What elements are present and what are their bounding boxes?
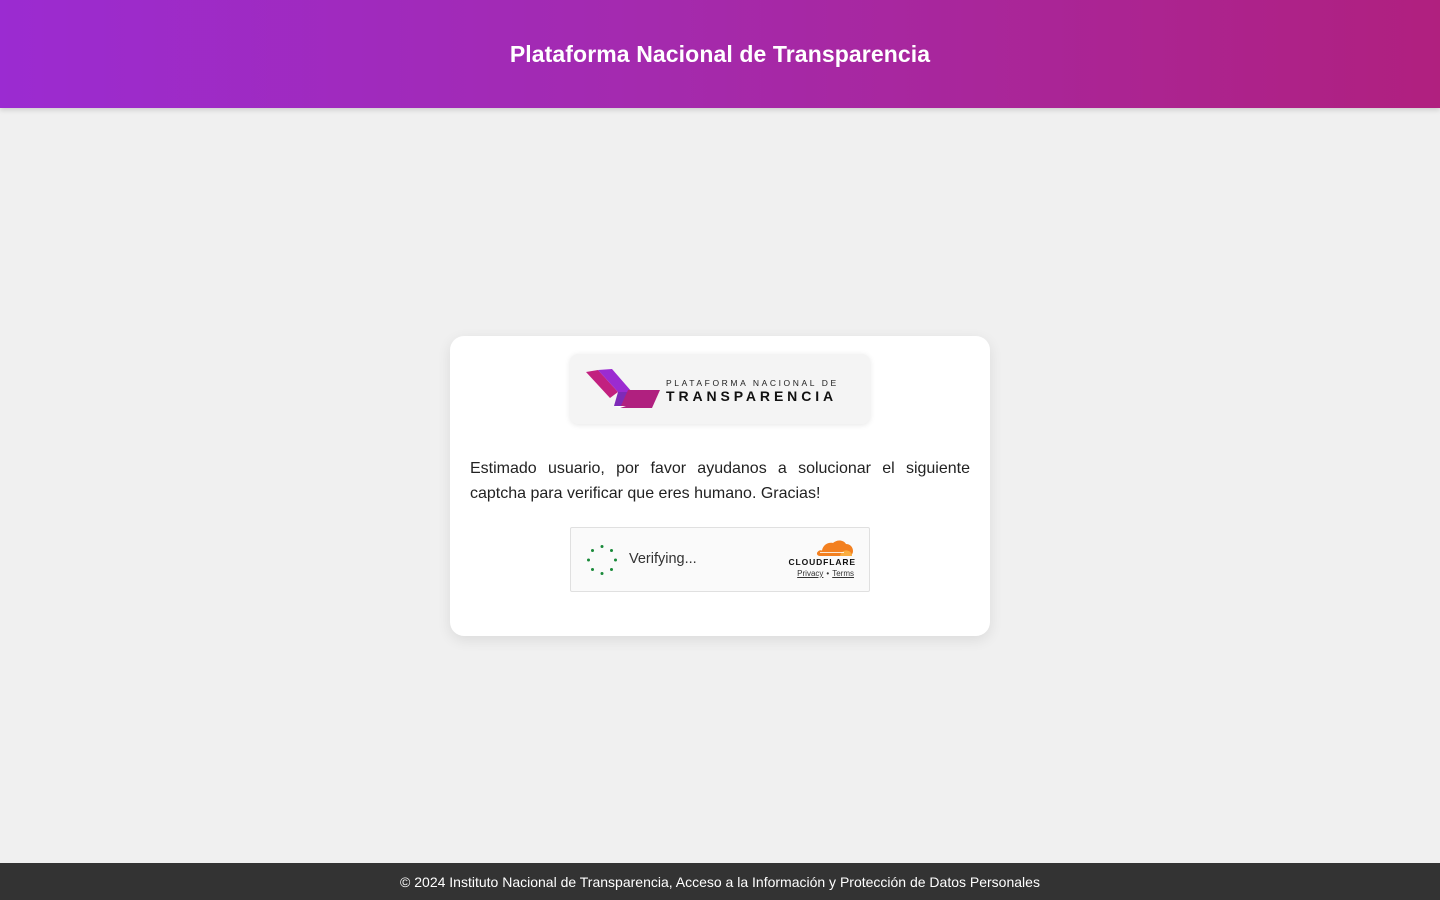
ribbon-logo-icon [586,369,660,408]
page-footer: © 2024 Instituto Nacional de Transparenc… [0,863,1440,900]
cloudflare-links: Privacy • Terms [771,569,854,578]
terms-link[interactable]: Terms [832,569,854,578]
page-title: Plataforma Nacional de Transparencia [509,40,931,67]
link-separator: • [826,569,830,578]
copyright-text: © 2024 Instituto Nacional de Transparenc… [400,873,1040,890]
verifying-status: Verifying... [629,551,697,567]
logo-subtitle: PLATAFORMA NACIONAL DE [666,378,839,388]
page-header: Plataforma Nacional de Transparencia [0,0,1440,108]
logo-wordmark: TRANSPARENCIA [666,388,837,404]
instruction-message: Estimado usuario, por favor ayudanos a s… [470,460,970,502]
logo: PLATAFORMA NACIONAL DE TRANSPARENCIA [570,354,870,424]
loading-spinner-icon [587,545,617,575]
cloudflare-cloud-icon [816,540,853,556]
cloudflare-brand: CLOUDFLARE [788,557,856,567]
privacy-link[interactable]: Privacy [797,569,823,578]
captcha-widget[interactable]: Verifying... CLOUDFLARE Privacy • Terms [570,527,870,592]
captcha-card: PLATAFORMA NACIONAL DE TRANSPARENCIA Est… [450,336,990,636]
